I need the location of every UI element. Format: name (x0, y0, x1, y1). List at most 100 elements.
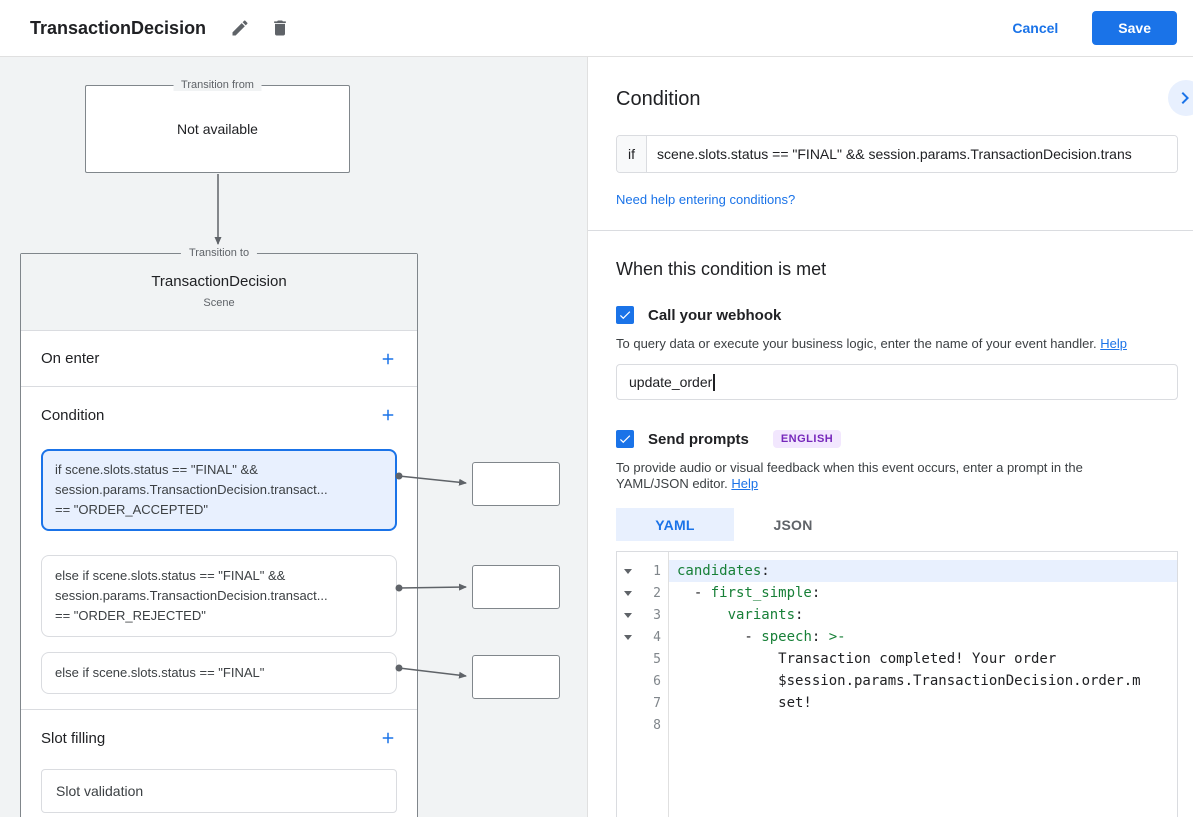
condition-item[interactable]: if scene.slots.status == "FINAL" && sess… (41, 449, 397, 531)
transition-from-label: Transition from (173, 79, 262, 91)
prompts-description: To provide audio or visual feedback when… (616, 460, 1121, 492)
code-editor[interactable]: 1 2 3 4 5 6 7 8 candidates: - first_simple: var… (616, 551, 1178, 817)
prompts-description-text: To provide audio or visual feedback when… (616, 460, 1083, 491)
transition-from-box: Transition from Not available (85, 85, 350, 173)
yaml-text: : (812, 585, 820, 601)
prompts-check-row: Send prompts ENGLISH (616, 430, 1178, 448)
panel-title: Condition (616, 87, 1178, 111)
transition-target-box[interactable] (472, 462, 560, 506)
transition-to-card: Transition to TransactionDecision Scene … (20, 253, 418, 817)
line-number: 5 (639, 652, 668, 667)
yaml-text: set! (677, 695, 812, 711)
code-line[interactable]: set! (669, 692, 1177, 714)
condition-item[interactable]: else if scene.slots.status == "FINAL" (41, 652, 397, 694)
condition-editor-panel: Condition if Need help entering conditio… (587, 57, 1193, 817)
condition-item[interactable]: else if scene.slots.status == "FINAL" &&… (41, 555, 397, 637)
condition-text: == "ORDER_REJECTED" (55, 606, 383, 626)
slot-validation-item[interactable]: Slot validation (41, 769, 397, 813)
gutter-row: 7 (617, 692, 668, 714)
scene-title: TransactionDecision (21, 273, 417, 290)
code-line[interactable]: $session.params.TransactionDecision.orde… (669, 670, 1177, 692)
yaml-text: - (677, 585, 711, 601)
plus-icon (379, 729, 397, 747)
fold-arrow-icon[interactable] (617, 591, 639, 596)
line-number: 3 (639, 608, 668, 623)
gutter-row: 2 (617, 582, 668, 604)
flow-diagram-panel: Transition from Not available Transition… (0, 57, 587, 817)
pencil-icon (230, 18, 250, 38)
gutter-row: 4 (617, 626, 668, 648)
prompts-label: Send prompts (648, 431, 749, 448)
save-button[interactable]: Save (1092, 11, 1177, 45)
prompts-checkbox[interactable] (616, 430, 634, 448)
check-icon (618, 308, 632, 322)
if-chip: if (617, 136, 647, 172)
scene-subtitle: Scene (21, 297, 417, 309)
webhook-check-row: Call your webhook (616, 306, 1178, 324)
add-slot-button[interactable] (377, 727, 399, 749)
tab-yaml[interactable]: YAML (616, 508, 734, 541)
yaml-text: Transaction completed! Your order (677, 651, 1056, 667)
yaml-key: speech (761, 629, 812, 645)
line-number: 6 (639, 674, 668, 689)
tab-json[interactable]: JSON (734, 508, 852, 541)
condition-text: session.params.TransactionDecision.trans… (55, 480, 383, 500)
line-number: 1 (639, 564, 668, 579)
on-enter-row[interactable]: On enter (21, 331, 417, 387)
scene-card-header[interactable]: TransactionDecision Scene (21, 254, 417, 331)
webhook-input-value: update_order (629, 374, 712, 390)
condition-input[interactable] (647, 136, 1177, 172)
yaml-text: $session.params.TransactionDecision.orde… (677, 673, 1141, 689)
code-line[interactable]: Transaction completed! Your order (669, 648, 1177, 670)
code-line[interactable]: variants: (669, 604, 1177, 626)
condition-text: == "ORDER_ACCEPTED" (55, 500, 383, 520)
edit-title-button[interactable] (228, 16, 252, 40)
editor-code-area[interactable]: candidates: - first_simple: variants: - … (669, 552, 1177, 817)
fold-arrow-icon[interactable] (617, 635, 639, 640)
plus-icon (379, 350, 397, 368)
editor-tabs: YAML JSON (616, 508, 1178, 541)
condition-section-label: Condition (41, 407, 104, 424)
when-met-title: When this condition is met (616, 259, 1178, 280)
transition-target-box[interactable] (472, 655, 560, 699)
webhook-input[interactable]: update_order (616, 364, 1178, 400)
fold-arrow-icon[interactable] (617, 613, 639, 618)
yaml-text: : (795, 607, 803, 623)
yaml-key: candidates (677, 563, 761, 579)
transition-to-label: Transition to (181, 247, 257, 259)
section-divider (588, 230, 1193, 231)
prompts-help-link[interactable]: Help (731, 476, 758, 491)
webhook-checkbox[interactable] (616, 306, 634, 324)
fold-arrow-icon[interactable] (617, 569, 639, 574)
code-line[interactable]: - speech: >- (669, 626, 1177, 648)
condition-text: session.params.TransactionDecision.trans… (55, 586, 383, 606)
code-line[interactable] (669, 714, 1177, 736)
app-header: TransactionDecision Cancel Save (0, 0, 1193, 57)
add-on-enter-button[interactable] (377, 348, 399, 370)
page-title: TransactionDecision (30, 18, 206, 39)
line-number: 8 (639, 718, 668, 733)
delete-scene-button[interactable] (268, 16, 292, 40)
slot-filling-row[interactable]: Slot filling (21, 710, 417, 766)
webhook-description-text: To query data or execute your business l… (616, 336, 1097, 351)
transition-target-box[interactable] (472, 565, 560, 609)
yaml-text (677, 607, 728, 623)
editor-gutter: 1 2 3 4 5 6 7 8 (617, 552, 669, 817)
condition-text: else if scene.slots.status == "FINAL" (55, 663, 383, 683)
condition-text: if scene.slots.status == "FINAL" && (55, 460, 383, 480)
slot-filling-label: Slot filling (41, 730, 105, 747)
yaml-key: first_simple (711, 585, 812, 601)
yaml-key: >- (829, 629, 846, 645)
code-line[interactable]: candidates: (669, 560, 1177, 582)
language-badge: ENGLISH (773, 430, 841, 448)
webhook-help-link[interactable]: Help (1100, 336, 1127, 351)
code-line[interactable]: - first_simple: (669, 582, 1177, 604)
condition-section-header[interactable]: Condition (21, 387, 417, 443)
gutter-row: 1 (617, 560, 668, 582)
conditions-help-link[interactable]: Need help entering conditions? (616, 192, 795, 207)
text-cursor (713, 374, 715, 391)
yaml-text: : (812, 629, 829, 645)
gutter-row: 8 (617, 714, 668, 736)
add-condition-button[interactable] (377, 404, 399, 426)
cancel-button[interactable]: Cancel (1012, 20, 1058, 36)
